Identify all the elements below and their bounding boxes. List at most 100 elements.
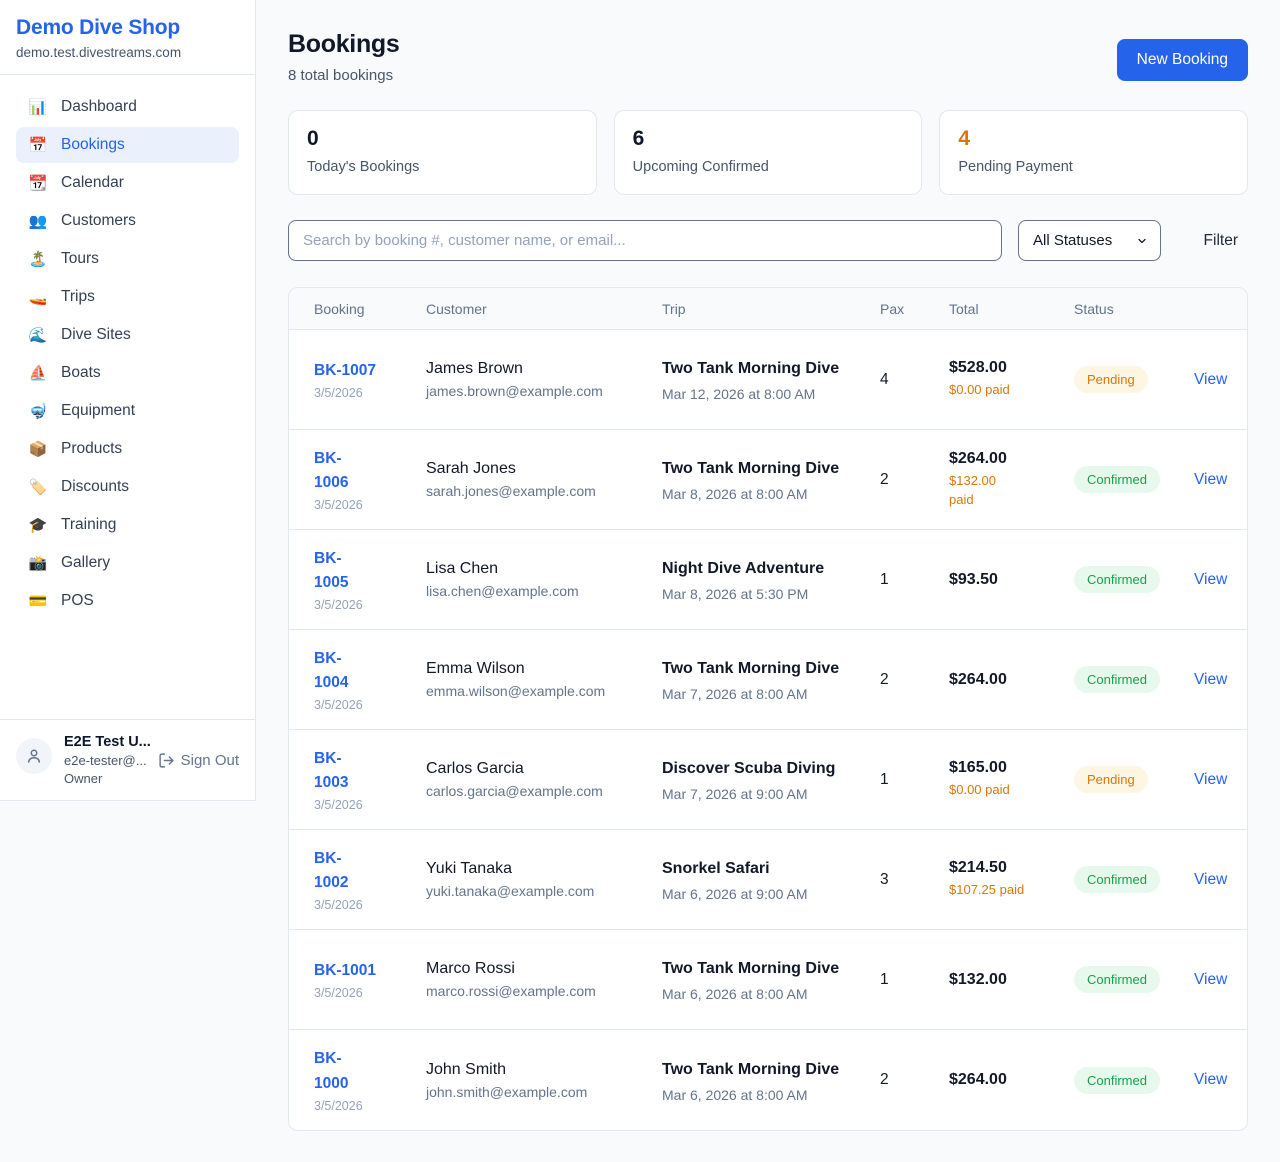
col-header-customer: Customer (426, 301, 662, 317)
sailboat-icon: ⛵ (28, 364, 48, 382)
booking-id-link[interactable]: BK- 1000 (314, 1047, 348, 1095)
sidebar-item-training[interactable]: 🎓 Training (16, 507, 239, 543)
chevron-down-icon (1136, 235, 1148, 247)
status-badge: Confirmed (1074, 966, 1160, 993)
main-content: Bookings 8 total bookings New Booking 0 … (256, 0, 1280, 1161)
booking-date: 3/5/2026 (314, 386, 416, 400)
sidebar-item-label: Equipment (61, 402, 135, 420)
bookings-table: Booking Customer Trip Pax Total Status B… (288, 287, 1248, 1131)
avatar (16, 738, 52, 774)
view-link[interactable]: View (1194, 971, 1227, 988)
booking-id-link[interactable]: BK- 1002 (314, 847, 348, 895)
user-email: e2e-tester@... (64, 753, 146, 768)
sidebar-item-trips[interactable]: 🚤 Trips (16, 279, 239, 315)
stat-value: 0 (307, 127, 578, 151)
booking-id-link[interactable]: BK- 1004 (314, 647, 348, 695)
user-meta: E2E Test U... e2e-tester@... Owner (64, 734, 146, 786)
bar-chart-icon: 📊 (28, 98, 48, 116)
booking-id-link[interactable]: BK- 1003 (314, 747, 348, 795)
booking-id-link[interactable]: BK- 1005 (314, 547, 348, 595)
sidebar-item-calendar[interactable]: 📆 Calendar (16, 165, 239, 201)
col-header-status: Status (1074, 301, 1194, 317)
pax-count: 3 (880, 871, 949, 889)
view-link[interactable]: View (1194, 571, 1227, 588)
sidebar-item-dive-sites[interactable]: 🌊 Dive Sites (16, 317, 239, 353)
view-link[interactable]: View (1194, 771, 1227, 788)
sidebar-item-gallery[interactable]: 📸 Gallery (16, 545, 239, 581)
page-header: Bookings 8 total bookings New Booking (288, 30, 1248, 84)
status-badge: Confirmed (1074, 566, 1160, 593)
graduation-cap-icon: 🎓 (28, 516, 48, 534)
pax-count: 2 (880, 1071, 949, 1089)
sidebar-item-label: Customers (61, 212, 136, 230)
total-amount: $528.00 (949, 359, 1074, 377)
view-link[interactable]: View (1194, 471, 1227, 488)
trip-name: Night Dive Adventure (662, 557, 880, 581)
tag-icon: 🏷️ (28, 478, 48, 496)
status-badge: Pending (1074, 766, 1148, 793)
sidebar-item-equipment[interactable]: 🤿 Equipment (16, 393, 239, 429)
sidebar-item-discounts[interactable]: 🏷️ Discounts (16, 469, 239, 505)
sidebar-item-dashboard[interactable]: 📊 Dashboard (16, 89, 239, 125)
view-link[interactable]: View (1194, 671, 1227, 688)
trip-time: Mar 7, 2026 at 9:00 AM (662, 786, 880, 802)
stat-label: Pending Payment (958, 159, 1229, 175)
logout-icon (158, 752, 175, 769)
user-box: E2E Test U... e2e-tester@... Owner Sign … (0, 719, 255, 800)
sidebar-item-label: Products (61, 440, 122, 458)
total-amount: $264.00 (949, 450, 1074, 468)
new-booking-button[interactable]: New Booking (1117, 39, 1248, 81)
pax-count: 4 (880, 371, 949, 389)
view-link[interactable]: View (1194, 1071, 1227, 1088)
sign-out-button[interactable]: Sign Out (158, 752, 239, 769)
filter-button[interactable]: Filter (1194, 224, 1248, 258)
trip-time: Mar 7, 2026 at 8:00 AM (662, 686, 880, 702)
customer-name: Lisa Chen (426, 560, 662, 578)
controls-row: All Statuses Filter (288, 220, 1248, 261)
sidebar-item-label: Gallery (61, 554, 110, 572)
brand-name: Demo Dive Shop (16, 16, 239, 40)
pax-count: 2 (880, 671, 949, 689)
customer-email: john.smith@example.com (426, 1084, 662, 1100)
trip-name: Two Tank Morning Dive (662, 957, 880, 981)
sidebar-item-tours[interactable]: 🏝️ Tours (16, 241, 239, 277)
status-badge: Confirmed (1074, 666, 1160, 693)
customer-name: John Smith (426, 1061, 662, 1079)
search-input[interactable] (288, 220, 1002, 261)
booking-id-link[interactable]: BK-1007 (314, 359, 376, 383)
customer-name: Yuki Tanaka (426, 860, 662, 878)
sidebar-item-products[interactable]: 📦 Products (16, 431, 239, 467)
view-link[interactable]: View (1194, 371, 1227, 388)
sidebar-item-bookings[interactable]: 📅 Bookings (16, 127, 239, 163)
booking-id-link[interactable]: BK-1001 (314, 959, 376, 983)
speedboat-icon: 🚤 (28, 288, 48, 306)
sidebar-item-label: Tours (61, 250, 99, 268)
booking-date: 3/5/2026 (314, 498, 416, 512)
user-name: E2E Test U... (64, 734, 146, 750)
col-header-pax: Pax (880, 301, 949, 317)
user-role: Owner (64, 771, 146, 786)
table-row: BK- 1003 3/5/2026 Carlos Garcia carlos.g… (289, 730, 1247, 830)
trip-name: Two Tank Morning Dive (662, 457, 880, 481)
trip-name: Two Tank Morning Dive (662, 1058, 880, 1082)
booking-id-link[interactable]: BK- 1006 (314, 447, 348, 495)
trip-time: Mar 12, 2026 at 8:00 AM (662, 386, 880, 402)
stat-label: Upcoming Confirmed (633, 159, 904, 175)
sidebar-item-label: POS (61, 592, 94, 610)
sidebar-item-boats[interactable]: ⛵ Boats (16, 355, 239, 391)
paid-amount: $0.00 paid (949, 781, 1074, 800)
customer-email: james.brown@example.com (426, 383, 662, 399)
customer-email: marco.rossi@example.com (426, 983, 662, 999)
customer-email: lisa.chen@example.com (426, 583, 662, 599)
view-link[interactable]: View (1194, 871, 1227, 888)
page-subtitle: 8 total bookings (288, 67, 400, 84)
customer-email: sarah.jones@example.com (426, 483, 662, 499)
total-amount: $93.50 (949, 571, 1074, 589)
status-filter-select[interactable]: All Statuses (1018, 220, 1161, 261)
pax-count: 1 (880, 571, 949, 589)
trip-time: Mar 8, 2026 at 8:00 AM (662, 486, 880, 502)
sidebar-item-pos[interactable]: 💳 POS (16, 583, 239, 619)
sidebar-item-customers[interactable]: 👥 Customers (16, 203, 239, 239)
trip-time: Mar 6, 2026 at 9:00 AM (662, 886, 880, 902)
tear-off-calendar-icon: 📆 (28, 174, 48, 192)
